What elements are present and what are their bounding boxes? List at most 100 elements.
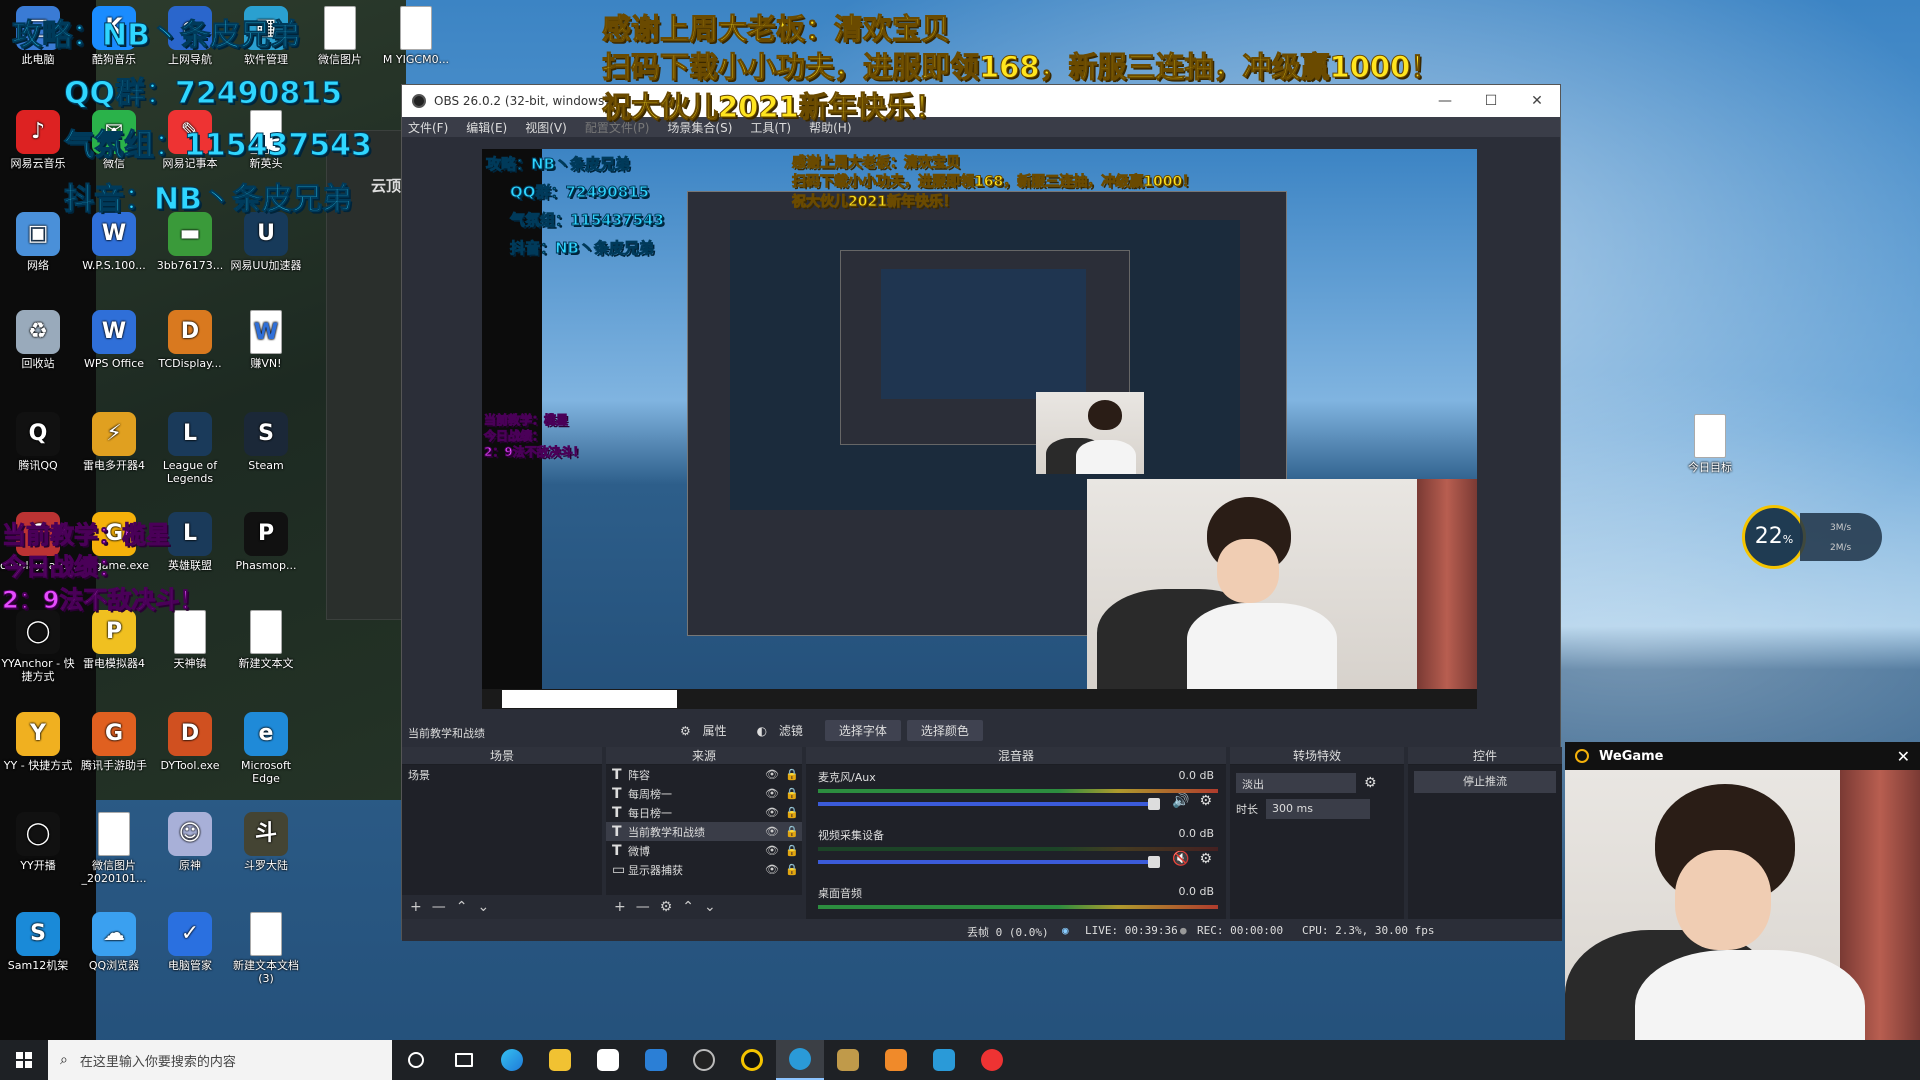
desktop-icon[interactable]: ⚡ 雷电多开器4 <box>76 412 152 472</box>
desktop-icon[interactable]: M YIGCM0... <box>378 6 454 66</box>
start-button[interactable] <box>0 1040 48 1080</box>
wegame-window[interactable]: WeGame ✕ <box>1565 742 1920 1080</box>
desktop-icon[interactable]: ▣ 网络 <box>0 212 76 272</box>
move-up-icon[interactable]: ⌃ <box>682 899 694 915</box>
desktop-icon[interactable]: 新建文本文档 (3) <box>228 912 304 985</box>
desktop-icon[interactable]: S Sam12机架 <box>0 912 76 972</box>
duration-input[interactable]: 300 ms <box>1266 799 1370 819</box>
volume-slider[interactable] <box>818 856 1160 868</box>
source-item-selected[interactable]: T 当前教学和战绩 👁 🔒 <box>606 822 802 841</box>
scene-item[interactable]: 场景 <box>402 765 602 784</box>
desktop-icon[interactable]: ♻ 回收站 <box>0 310 76 370</box>
filters-button[interactable]: ◐ 滤镜 <box>749 720 819 741</box>
desktop-icon[interactable]: 今日目标 <box>1672 414 1748 474</box>
select-color-button[interactable]: 选择颜色 <box>906 720 983 741</box>
task-view-icon[interactable] <box>440 1040 488 1080</box>
lock-icon[interactable]: 🔒 <box>782 768 802 781</box>
source-item[interactable]: T 阵容 👁 🔒 <box>606 765 802 784</box>
lock-icon[interactable]: 🔒 <box>782 825 802 838</box>
source-item[interactable]: T 微博 👁 🔒 <box>606 841 802 860</box>
source-item[interactable]: ▭ 显示器捕获 👁 🔒 <box>606 860 802 879</box>
netease-music-icon[interactable] <box>968 1040 1016 1080</box>
desktop-icon[interactable]: W 赚VN! <box>228 310 304 370</box>
speaker-icon[interactable]: 🔊 <box>1172 793 1189 809</box>
obs-preview[interactable]: 攻略：NB丶条皮兄弟 QQ群：72490815 气氛组：115437543 抖音… <box>482 149 1477 709</box>
desktop-icon[interactable]: Y YY - 快捷方式 <box>0 712 76 772</box>
desktop-icon[interactable]: P 雷电模拟器4 <box>76 610 152 670</box>
network-speed-gauge[interactable]: 22% <box>1742 505 1806 569</box>
desktop-icon[interactable]: P Phasmop... <box>228 512 304 572</box>
desktop-icon[interactable]: ✓ 电脑管家 <box>152 912 228 972</box>
muted-speaker-icon[interactable]: 🔇 <box>1172 851 1189 867</box>
transition-settings-icon[interactable]: ⚙ <box>1364 775 1377 791</box>
add-scene-icon[interactable]: + <box>410 899 422 915</box>
desktop-icon[interactable]: ▬ 3bb76173... <box>152 212 228 272</box>
lock-icon[interactable]: 🔒 <box>782 844 802 857</box>
sam-icon[interactable] <box>920 1040 968 1080</box>
properties-button[interactable]: ⚙ 属性 <box>672 720 743 741</box>
desktop-icon[interactable]: G 腾讯手游助手 <box>76 712 152 772</box>
store-icon[interactable] <box>584 1040 632 1080</box>
mail-icon[interactable] <box>632 1040 680 1080</box>
desktop-icon[interactable]: ◯ YYAnchor - 快捷方式 <box>0 610 76 683</box>
desktop-icon[interactable]: S Steam <box>228 412 304 472</box>
source-item[interactable]: T 每周榜一 👁 🔒 <box>606 784 802 803</box>
file-explorer-icon[interactable] <box>536 1040 584 1080</box>
maximize-icon[interactable]: ☐ <box>1468 93 1514 109</box>
close-icon[interactable]: ✕ <box>1897 747 1910 766</box>
minimize-icon[interactable]: — <box>1422 93 1468 109</box>
move-down-icon[interactable]: ⌄ <box>477 899 489 915</box>
cortana-icon[interactable] <box>392 1040 440 1080</box>
yy-icon[interactable] <box>728 1040 776 1080</box>
taskbar-app-icon[interactable] <box>872 1040 920 1080</box>
eye-icon[interactable]: 👁 <box>762 768 782 781</box>
eye-icon[interactable]: 👁 <box>762 787 782 800</box>
desktop-icon[interactable]: ◯ YY开播 <box>0 812 76 872</box>
desktop-icon[interactable]: W W.P.S.100... <box>76 212 152 272</box>
desktop-icon[interactable]: 斗斗罗大陆 <box>228 812 304 872</box>
lock-icon[interactable]: 🔒 <box>782 787 802 800</box>
move-down-icon[interactable]: ⌄ <box>704 899 716 915</box>
volume-slider[interactable] <box>818 798 1160 810</box>
menu-file[interactable]: 文件(F) <box>408 119 448 136</box>
wegame-icon[interactable] <box>776 1040 824 1080</box>
remove-source-icon[interactable]: — <box>636 899 650 915</box>
desktop-icon[interactable]: W WPS Office <box>76 310 152 370</box>
desktop-icon[interactable]: 天神镇 <box>152 610 228 670</box>
desktop-icon[interactable]: 新建文本文 <box>228 610 304 670</box>
stop-streaming-button[interactable]: 停止推流 <box>1414 771 1556 793</box>
edge-icon[interactable] <box>488 1040 536 1080</box>
desktop-icon[interactable]: U 网易UU加速器 <box>228 212 304 272</box>
desktop-icon[interactable]: D TCDisplay... <box>152 310 228 370</box>
scenes-list[interactable]: 场景 <box>402 765 602 895</box>
source-settings-icon[interactable]: ⚙ <box>660 899 673 915</box>
obs-icon[interactable] <box>680 1040 728 1080</box>
add-source-icon[interactable]: + <box>614 899 626 915</box>
desktop-icon[interactable]: 微信图片 <box>302 6 378 66</box>
select-font-button[interactable]: 选择字体 <box>824 720 901 741</box>
transition-select[interactable]: 淡出 <box>1236 773 1356 793</box>
menu-view[interactable]: 视图(V) <box>525 119 567 136</box>
desktop-icon[interactable]: 微信图片_2020101... <box>76 812 152 885</box>
desktop-icon[interactable]: e Microsoft Edge <box>228 712 304 785</box>
move-up-icon[interactable]: ⌃ <box>456 899 468 915</box>
desktop-icon[interactable]: ☺ 原神 <box>152 812 228 872</box>
desktop-icon[interactable]: ☁ QQ浏览器 <box>76 912 152 972</box>
league-icon[interactable] <box>824 1040 872 1080</box>
eye-icon[interactable]: 👁 <box>762 863 782 876</box>
lock-icon[interactable]: 🔒 <box>782 806 802 819</box>
taskbar-search[interactable]: ⌕ 在这里输入你要搜索的内容 <box>48 1040 392 1080</box>
menu-edit[interactable]: 编辑(E) <box>466 119 507 136</box>
remove-scene-icon[interactable]: — <box>432 899 446 915</box>
source-item[interactable]: T 每日榜一 👁 🔒 <box>606 803 802 822</box>
eye-icon[interactable]: 👁 <box>762 825 782 838</box>
desktop-icon[interactable]: Q 腾讯QQ <box>0 412 76 472</box>
desktop-icon[interactable]: L League of Legends <box>152 412 228 485</box>
eye-icon[interactable]: 👁 <box>762 844 782 857</box>
obs-window[interactable]: OBS 26.0.2 (32-bit, windows) — ☐ ✕ 文件(F)… <box>401 84 1562 941</box>
gear-icon[interactable]: ⚙ <box>1199 793 1212 809</box>
gear-icon[interactable]: ⚙ <box>1199 851 1212 867</box>
lock-icon[interactable]: 🔒 <box>782 863 802 876</box>
close-icon[interactable]: ✕ <box>1514 93 1560 109</box>
wegame-titlebar[interactable]: WeGame ✕ <box>1565 742 1920 770</box>
